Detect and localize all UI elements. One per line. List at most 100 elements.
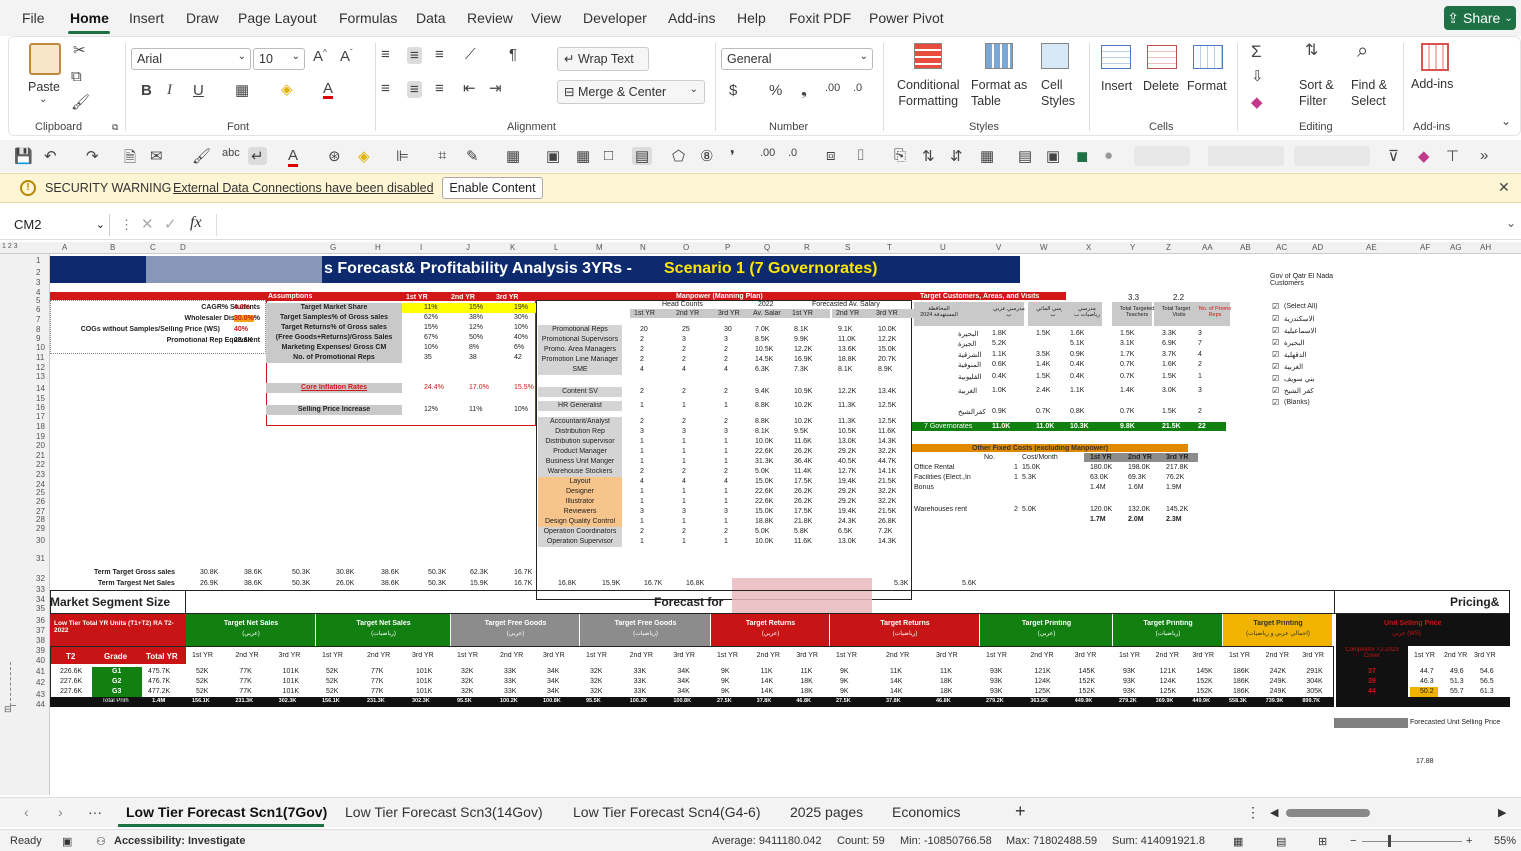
paste-icon[interactable] [29, 43, 61, 75]
column-header[interactable]: Q [764, 243, 770, 252]
row-header[interactable]: 36 [36, 616, 45, 625]
filter-checkbox[interactable]: ☑ [1272, 338, 1279, 347]
expand-formula-icon[interactable]: ⌄ [1506, 216, 1516, 230]
row-header[interactable]: 11 [36, 353, 44, 362]
dialog-launcher-icon[interactable]: ⧉ [112, 123, 118, 132]
column-header[interactable]: S [845, 243, 850, 252]
menu-data[interactable]: Data [416, 10, 446, 26]
row-header[interactable]: 32 [36, 574, 45, 583]
outline-levels[interactable]: 1 2 3 [2, 243, 18, 250]
more-options-icon[interactable]: ⋮ [120, 217, 133, 233]
format-icon[interactable]: ❜ [730, 147, 735, 165]
fill-color-icon[interactable]: ◈ [281, 82, 293, 97]
worksheet-grid[interactable]: A B C D G H I J K L M N O P Q R S T U V W X Y Z AA AB AC AD AE AF AG AH… [0, 242, 1521, 795]
column-header[interactable]: M [596, 243, 603, 252]
row-header[interactable]: 42 [36, 678, 45, 687]
hierarchy-icon[interactable]: ⧈ [826, 147, 836, 164]
column-header[interactable]: O [683, 243, 689, 252]
row-header[interactable]: 12 [36, 363, 45, 372]
close-icon[interactable]: ✕ [1498, 179, 1510, 196]
cell-styles-icon[interactable] [1041, 43, 1069, 69]
fill-icon[interactable]: ⇩ [1251, 69, 1264, 84]
format-as-table-icon[interactable] [985, 43, 1013, 69]
align-left-icon[interactable]: ≡ [381, 81, 390, 96]
circle-icon[interactable]: ● [1104, 147, 1113, 164]
column-header[interactable]: R [804, 243, 810, 252]
chevron-down-icon[interactable]: ⌄ [39, 95, 47, 105]
filter-checkbox[interactable]: ☑ [1272, 362, 1279, 371]
clear-icon[interactable]: ◆ [1418, 147, 1430, 165]
italic-icon[interactable]: I [167, 83, 172, 98]
decrease-indent-icon[interactable]: ⇤ [463, 81, 476, 96]
format-painter-icon[interactable]: 🖌 [71, 95, 90, 110]
prev-sheet-icon[interactable]: ‹ [24, 804, 29, 820]
currency-icon[interactable]: $ [729, 83, 737, 98]
sort-asc-icon[interactable]: ⇅ [922, 147, 935, 165]
align-top-icon[interactable]: ≡ [381, 47, 390, 62]
row-header[interactable]: 8 [36, 325, 40, 334]
bold-icon[interactable]: B [141, 83, 152, 98]
column-header[interactable]: AH [1480, 243, 1491, 252]
orientation-icon[interactable]: ⟋ [465, 47, 476, 62]
row-header[interactable]: 37 [36, 626, 45, 635]
row-header[interactable]: 31 [36, 554, 45, 563]
calc-icon[interactable]: ⎘ [894, 147, 906, 164]
sort-filter-icon[interactable]: ⇅ [1305, 43, 1318, 59]
search-icon[interactable]: ⌕ [1357, 41, 1368, 61]
font-name-select[interactable]: Arial ⌄ [131, 48, 251, 70]
column-header[interactable]: AD [1312, 243, 1323, 252]
row-header[interactable]: 14 [36, 384, 45, 393]
menu-view[interactable]: View [531, 10, 561, 26]
cancel-icon[interactable]: ✕ [141, 215, 154, 233]
wrap-text-button[interactable]: ↵ Wrap Text [557, 47, 649, 71]
filter-item[interactable]: (Blanks) [1284, 399, 1310, 406]
row-header[interactable]: 21 [36, 451, 45, 460]
row-header[interactable]: 38 [36, 636, 45, 645]
row-header[interactable]: 41 [36, 667, 45, 676]
row-header[interactable]: 44 [36, 700, 45, 709]
row-header[interactable]: 34 [36, 595, 45, 604]
column-header[interactable]: T [887, 243, 892, 252]
increase-font-icon[interactable]: A^ [313, 49, 327, 65]
tab-low-tier-scn4[interactable]: Low Tier Forecast Scn4(G4-6) [573, 804, 761, 820]
center-across-icon[interactable]: ▤ [632, 147, 653, 165]
cut-icon[interactable]: ✂ [73, 43, 86, 58]
sort-filter-button[interactable]: Sort & Filter [1299, 77, 1334, 109]
paste-button[interactable]: Paste [28, 80, 60, 94]
align-middle-icon[interactable]: ≡ [407, 47, 422, 64]
filter-item[interactable]: كفر الشيخ [1284, 387, 1314, 395]
menu-insert[interactable]: Insert [129, 10, 164, 26]
filter-checkbox[interactable]: ☑ [1272, 374, 1279, 383]
row-header[interactable]: 43 [36, 690, 45, 699]
delete-cells-icon[interactable] [1147, 45, 1177, 69]
autosum-icon[interactable]: Σ [1251, 43, 1262, 60]
menu-foxit-pdf[interactable]: Foxit PDF [789, 10, 851, 26]
column-header[interactable]: K [510, 243, 515, 252]
row-header[interactable]: 16 [36, 403, 45, 412]
scroll-left-icon[interactable]: ◀ [1270, 806, 1278, 819]
horizontal-scrollbar[interactable] [1286, 809, 1370, 817]
zoom-slider[interactable] [1362, 841, 1462, 842]
cell-styles-button[interactable]: Cell Styles [1041, 77, 1075, 109]
undo-icon[interactable]: ↶ [44, 147, 57, 165]
more-options-icon[interactable]: ⋮ [1246, 804, 1260, 821]
column-header[interactable]: AE [1366, 243, 1377, 252]
borders-icon[interactable]: ▦ [235, 83, 249, 98]
menu-draw[interactable]: Draw [186, 10, 219, 26]
decrease-decimal-icon[interactable]: .0 [788, 147, 797, 159]
fill-color-icon[interactable]: ◈ [358, 147, 370, 165]
select-icon[interactable]: ⌷ [856, 147, 865, 164]
enter-icon[interactable]: ✓ [164, 215, 177, 233]
print-preview-icon[interactable]: 🗎 [124, 147, 136, 172]
align-center-icon[interactable]: ≡ [407, 81, 422, 98]
column-header[interactable]: AB [1240, 243, 1251, 252]
column-header[interactable]: A [62, 243, 67, 252]
column-header[interactable]: J [466, 243, 470, 252]
menu-developer[interactable]: Developer [583, 10, 647, 26]
menu-formulas[interactable]: Formulas [339, 10, 397, 26]
enable-content-button[interactable]: Enable Content [442, 177, 543, 199]
addins-icon[interactable] [1421, 43, 1449, 71]
zoom-slider-thumb[interactable] [1388, 835, 1391, 847]
row-header[interactable]: 28 [36, 515, 45, 524]
security-message[interactable]: External Data Connections have been disa… [173, 181, 434, 195]
